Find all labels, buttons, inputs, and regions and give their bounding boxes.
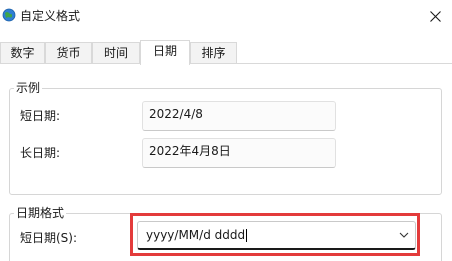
short-date-format-label: 短日期(S): (20, 231, 78, 245)
chevron-down-icon[interactable] (399, 231, 409, 239)
tab-number[interactable]: 数字 (0, 42, 45, 64)
short-date-format-combobox[interactable]: yyyy/MM/d dddd (137, 221, 416, 250)
tab-strip: 数字 货币 时间 日期 排序 (0, 40, 452, 65)
window-title: 自定义格式 (20, 9, 81, 23)
example-short-date-label: 短日期: (20, 109, 61, 123)
example-short-date-value: 2022/4/8 (142, 101, 336, 131)
close-button[interactable] (418, 0, 452, 32)
example-long-date-label: 长日期: (20, 146, 61, 160)
tab-currency[interactable]: 货币 (45, 42, 92, 64)
example-group-label: 示例 (14, 81, 43, 95)
text-caret (246, 229, 248, 242)
date-format-group-label: 日期格式 (14, 206, 67, 220)
tab-sort[interactable]: 排序 (190, 42, 237, 64)
tab-time[interactable]: 时间 (92, 42, 140, 64)
title-bar: 自定义格式 (0, 0, 452, 32)
globe-clock-icon (2, 8, 16, 22)
short-date-format-value[interactable]: yyyy/MM/d dddd (146, 228, 245, 242)
tab-date[interactable]: 日期 (140, 40, 190, 65)
example-long-date-value: 2022年4月8日 (142, 138, 336, 168)
close-icon (429, 10, 441, 22)
